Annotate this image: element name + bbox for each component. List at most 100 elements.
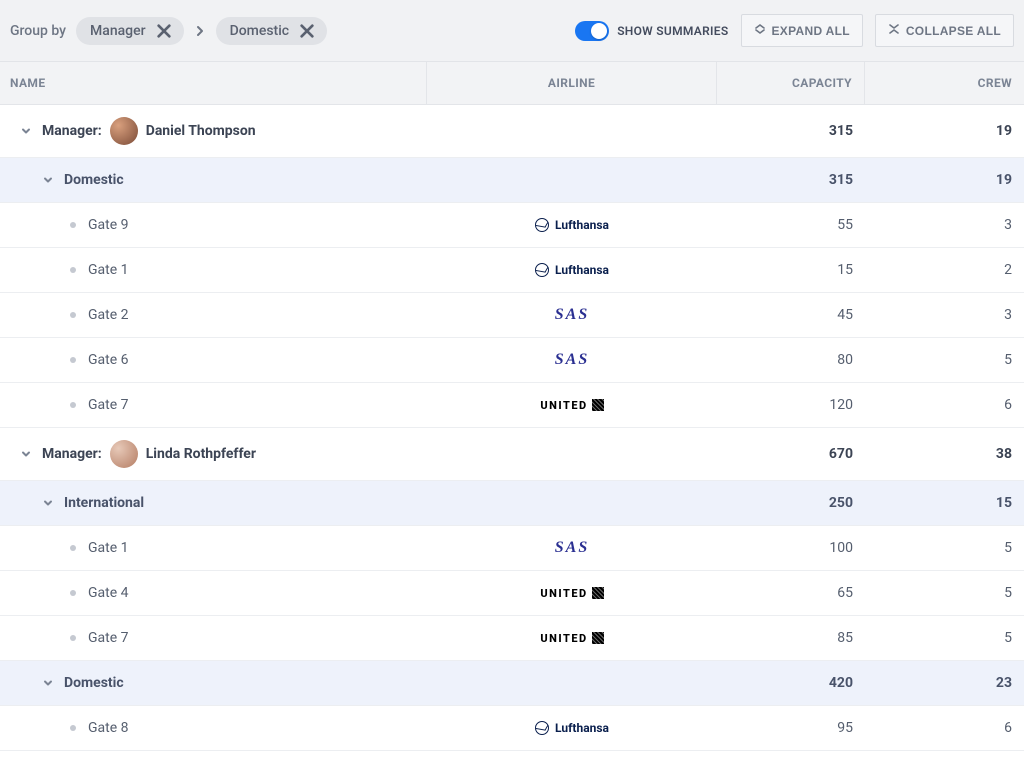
group-chip-domestic[interactable]: Domestic [216,17,328,45]
close-icon[interactable] [156,23,172,39]
button-label: COLLAPSE ALL [906,24,1001,38]
table-row[interactable]: Gate 7 UNITED 120 6 [0,383,1024,428]
group-by-label: Group by [10,23,66,39]
airline-label: SAS [555,351,589,369]
lufthansa-icon [535,218,549,232]
show-summaries-label: SHOW SUMMARIES [617,24,728,38]
chevron-down-icon[interactable] [40,677,56,689]
airline-label: UNITED [540,399,603,412]
airline-sas: SAS [555,351,589,369]
column-header-crew[interactable]: CREW [865,62,1024,104]
collapse-all-button[interactable]: COLLAPSE ALL [875,14,1014,47]
gate-name: Gate 1 [88,540,129,556]
collapse-icon [888,23,900,38]
united-icon [592,632,604,644]
group-field-label: Manager: [42,446,102,462]
lufthansa-icon [535,721,549,735]
bullet-icon [70,402,76,408]
summary-capacity: 315 [717,111,865,151]
close-icon[interactable] [299,23,315,39]
chevron-down-icon[interactable] [18,448,34,460]
bullet-icon [70,545,76,551]
table-row[interactable]: Gate 7 UNITED 85 5 [0,616,1024,661]
bullet-icon [70,222,76,228]
airline-label: Lufthansa [555,218,609,232]
group-manager-name: Daniel Thompson [146,123,256,139]
capacity-value: 85 [717,618,865,658]
summary-crew: 19 [865,111,1024,151]
chip-label: Manager [90,23,146,39]
airline-label: SAS [555,306,589,324]
group-row-manager[interactable]: Manager: Daniel Thompson 315 19 [0,105,1024,158]
subgroup-row[interactable]: Domestic 420 23 [0,661,1024,706]
table-row[interactable]: Gate 1 SAS 100 5 [0,526,1024,571]
airline-label: UNITED [540,632,603,645]
capacity-value: 100 [717,528,865,568]
chevron-down-icon[interactable] [40,497,56,509]
column-header-airline[interactable]: AIRLINE [427,62,717,104]
button-label: EXPAND ALL [772,24,850,38]
crew-value: 5 [865,340,1024,380]
expand-all-button[interactable]: EXPAND ALL [741,14,863,47]
toolbar: Group by Manager Domestic SHOW SUMMARIES [0,0,1024,62]
crew-value: 2 [865,250,1024,290]
avatar [110,117,138,145]
avatar [110,440,138,468]
crew-value: 3 [865,205,1024,245]
subgroup-row[interactable]: International 250 15 [0,481,1024,526]
gate-name: Gate 7 [88,397,129,413]
crew-value: 5 [865,618,1024,658]
show-summaries-toggle[interactable] [575,21,609,41]
crew-value: 6 [865,385,1024,425]
capacity-value: 95 [717,708,865,748]
united-icon [592,587,604,599]
summary-crew: 38 [865,434,1024,474]
gate-name: Gate 8 [88,720,129,736]
subgroup-label: Domestic [64,675,124,691]
gate-name: Gate 2 [88,307,129,323]
table-header: NAME AIRLINE CAPACITY CREW [0,62,1024,105]
gate-name: Gate 6 [88,352,129,368]
united-icon [592,399,604,411]
column-header-name[interactable]: NAME [0,62,427,104]
show-summaries-toggle-wrap: SHOW SUMMARIES [575,21,728,41]
group-row-manager[interactable]: Manager: Linda Rothpfeffer 670 38 [0,428,1024,481]
bullet-icon [70,357,76,363]
subgroup-label: International [64,495,144,511]
toolbar-right: SHOW SUMMARIES EXPAND ALL COLLAPSE ALL [575,14,1014,47]
capacity-value: 120 [717,385,865,425]
chip-label: Domestic [230,23,290,39]
summary-capacity: 250 [717,483,865,523]
table-row[interactable]: Gate 8 Lufthansa 95 6 [0,706,1024,751]
airline-sas: SAS [555,539,589,557]
table-row[interactable]: Gate 2 SAS 45 3 [0,293,1024,338]
summary-capacity: 315 [717,160,865,200]
capacity-value: 65 [717,573,865,613]
column-header-capacity[interactable]: CAPACITY [717,62,865,104]
toolbar-left: Group by Manager Domestic [10,17,327,45]
capacity-value: 55 [717,205,865,245]
table-row[interactable]: Gate 6 SAS 80 5 [0,338,1024,383]
table-row[interactable]: Gate 1 Lufthansa 15 2 [0,248,1024,293]
group-field-label: Manager: [42,123,102,139]
chevron-down-icon[interactable] [18,125,34,137]
table-row[interactable]: Gate 4 UNITED 65 5 [0,571,1024,616]
chevron-down-icon[interactable] [40,174,56,186]
bullet-icon [70,590,76,596]
airline-label: SAS [555,539,589,557]
subgroup-row[interactable]: Domestic 315 19 [0,158,1024,203]
airline-label: Lufthansa [555,263,609,277]
crew-value: 5 [865,528,1024,568]
crew-value: 3 [865,295,1024,335]
airline-lufthansa: Lufthansa [535,218,609,232]
airline-united: UNITED [540,632,603,645]
gate-name: Gate 1 [88,262,129,278]
bullet-icon [70,312,76,318]
group-chip-manager[interactable]: Manager [76,17,184,45]
airline-united: UNITED [540,587,603,600]
capacity-value: 45 [717,295,865,335]
gate-name: Gate 9 [88,217,129,233]
summary-crew: 23 [865,663,1024,703]
table-row[interactable]: Gate 9 Lufthansa 55 3 [0,203,1024,248]
airline-label: UNITED [540,587,603,600]
